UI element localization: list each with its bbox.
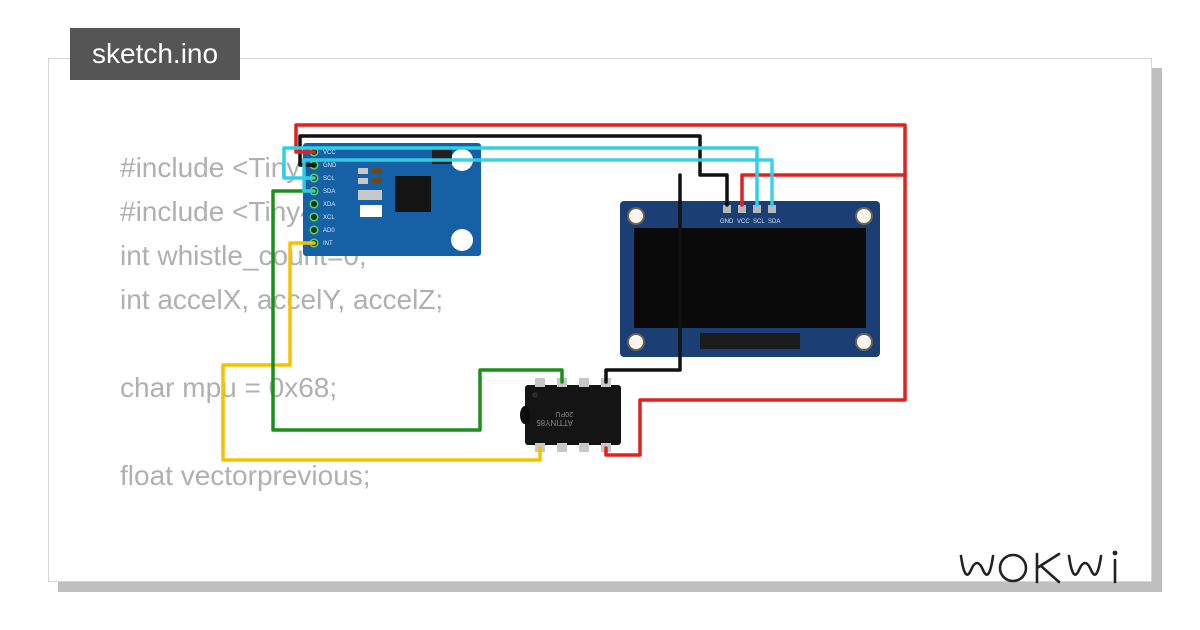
file-tab[interactable]: sketch.ino <box>70 28 240 80</box>
file-tab-label: sketch.ino <box>92 38 218 69</box>
brand-logo <box>955 544 1145 590</box>
code-preview: #include <TinyWireM.h> #include <Tiny4kO… <box>120 146 446 498</box>
